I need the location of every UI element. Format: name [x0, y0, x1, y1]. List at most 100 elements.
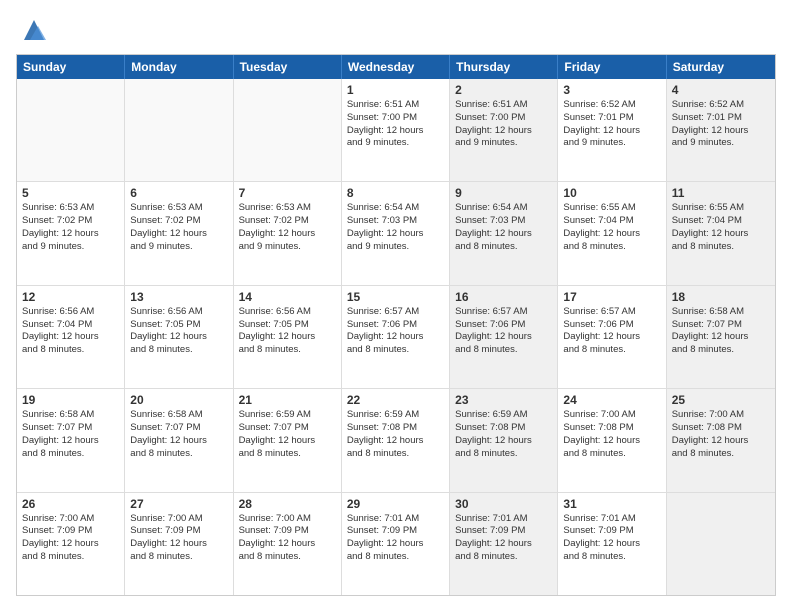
cell-line: and 8 minutes. — [347, 551, 444, 564]
cell-line: and 8 minutes. — [563, 551, 660, 564]
calendar-row-3: 19 Sunrise: 6:58 AM Sunset: 7:07 PM Dayligh… — [17, 389, 775, 492]
cell-line: Daylight: 12 hours — [672, 435, 770, 448]
day-cell-24: 24Sunrise: 7:00 AMSunset: 7:08 PMDayligh… — [558, 389, 666, 491]
cell-line: and 8 minutes. — [455, 551, 552, 564]
cell-line: Sunset: 7:01 PM — [563, 112, 660, 125]
calendar-row-4: 26Sunrise: 7:00 AMSunset: 7:09 PMDayligh… — [17, 493, 775, 595]
cell-line: and 9 minutes. — [22, 241, 119, 254]
day-cell-23: 23Sunrise: 6:59 AMSunset: 7:08 PMDayligh… — [450, 389, 558, 491]
cell-line: Daylight: 12 hours — [130, 538, 227, 551]
day-number: 3 — [563, 83, 660, 97]
cell-line: and 8 minutes. — [130, 551, 227, 564]
cell-line: Daylight: 12 hours — [22, 331, 119, 344]
cell-line: Daylight: 12 hours — [239, 538, 336, 551]
cell-line: Sunrise: 6:51 AM — [455, 99, 552, 112]
page: SundayMondayTuesdayWednesdayThursdayFrid… — [0, 0, 792, 612]
header-day-thursday: Thursday — [450, 55, 558, 79]
cell-line: and 8 minutes. — [455, 241, 552, 254]
header-day-friday: Friday — [558, 55, 666, 79]
cell-line: Sunset: 7:04 PM — [672, 215, 770, 228]
cell-line: Sunrise: 7:00 AM — [672, 409, 770, 422]
cell-line: Sunrise: 6:53 AM — [22, 202, 119, 215]
cell-line: Sunset: 7:02 PM — [130, 215, 227, 228]
cell-line: Daylight: 12 hours — [22, 538, 119, 551]
cell-line: and 9 minutes. — [347, 241, 444, 254]
cell-line: Daylight: 12 hours — [347, 331, 444, 344]
cell-line: Sunrise: 7:00 AM — [563, 409, 660, 422]
day-number: 25 — [672, 393, 770, 407]
cell-line: and 8 minutes. — [22, 344, 119, 357]
empty-cell-0-2 — [234, 79, 342, 181]
day-cell-10: 10Sunrise: 6:55 AMSunset: 7:04 PMDayligh… — [558, 182, 666, 284]
cell-line: Sunset: 7:09 PM — [130, 525, 227, 538]
cell-line: and 9 minutes. — [130, 241, 227, 254]
cell-line: and 9 minutes. — [455, 137, 552, 150]
day-cell-21: 21Sunrise: 6:59 AMSunset: 7:07 PMDayligh… — [234, 389, 342, 491]
cell-line: and 8 minutes. — [239, 448, 336, 461]
cell-line: Sunrise: 6:54 AM — [455, 202, 552, 215]
cell-line: Sunrise: 6:57 AM — [347, 306, 444, 319]
day-number: 7 — [239, 186, 336, 200]
day-cell-14: 14Sunrise: 6:56 AMSunset: 7:05 PMDayligh… — [234, 286, 342, 388]
day-cell-2: 2Sunrise: 6:51 AMSunset: 7:00 PMDaylight… — [450, 79, 558, 181]
day-number: 4 — [672, 83, 770, 97]
cell-line: Sunset: 7:03 PM — [347, 215, 444, 228]
day-number: 9 — [455, 186, 552, 200]
day-cell-31: 31Sunrise: 7:01 AMSunset: 7:09 PMDayligh… — [558, 493, 666, 595]
cell-line: and 8 minutes. — [672, 448, 770, 461]
cell-line: Sunrise: 7:00 AM — [22, 513, 119, 526]
day-cell-18: 18Sunrise: 6:58 AMSunset: 7:07 PMDayligh… — [667, 286, 775, 388]
cell-line: Sunset: 7:00 PM — [347, 112, 444, 125]
day-number: 20 — [130, 393, 227, 407]
day-cell-16: 16Sunrise: 6:57 AMSunset: 7:06 PMDayligh… — [450, 286, 558, 388]
day-cell-17: 17Sunrise: 6:57 AMSunset: 7:06 PMDayligh… — [558, 286, 666, 388]
cell-line: Sunrise: 7:01 AM — [455, 513, 552, 526]
cell-line: Sunrise: 6:53 AM — [130, 202, 227, 215]
cell-line: Sunset: 7:09 PM — [347, 525, 444, 538]
day-number: 27 — [130, 497, 227, 511]
cell-line: Daylight: 12 hours — [239, 331, 336, 344]
cell-line: and 9 minutes. — [563, 137, 660, 150]
cell-line: and 9 minutes. — [239, 241, 336, 254]
day-cell-7: 7Sunrise: 6:53 AMSunset: 7:02 PMDaylight… — [234, 182, 342, 284]
cell-line: Sunset: 7:04 PM — [22, 319, 119, 332]
empty-cell-0-1 — [125, 79, 233, 181]
cell-line: Daylight: 12 hours — [563, 435, 660, 448]
cell-line: Sunset: 7:08 PM — [563, 422, 660, 435]
day-number: 13 — [130, 290, 227, 304]
day-cell-22: 22Sunrise: 6:59 AMSunset: 7:08 PMDayligh… — [342, 389, 450, 491]
logo-icon — [20, 16, 48, 44]
cell-line: Sunset: 7:06 PM — [455, 319, 552, 332]
cell-line: Sunset: 7:02 PM — [22, 215, 119, 228]
day-cell-25: 25Sunrise: 7:00 AMSunset: 7:08 PMDayligh… — [667, 389, 775, 491]
day-cell-9: 9Sunrise: 6:54 AMSunset: 7:03 PMDaylight… — [450, 182, 558, 284]
cell-line: Sunset: 7:08 PM — [347, 422, 444, 435]
cell-line: Sunrise: 6:56 AM — [130, 306, 227, 319]
day-number: 5 — [22, 186, 119, 200]
cell-line: Sunrise: 6:54 AM — [347, 202, 444, 215]
cell-line: Sunset: 7:07 PM — [239, 422, 336, 435]
day-number: 19 — [22, 393, 119, 407]
day-number: 17 — [563, 290, 660, 304]
cell-line: Sunset: 7:09 PM — [22, 525, 119, 538]
cell-line: Sunrise: 6:52 AM — [672, 99, 770, 112]
empty-cell-4-6 — [667, 493, 775, 595]
day-number: 28 — [239, 497, 336, 511]
cell-line: Sunset: 7:09 PM — [563, 525, 660, 538]
cell-line: and 9 minutes. — [347, 137, 444, 150]
day-cell-30: 30Sunrise: 7:01 AMSunset: 7:09 PMDayligh… — [450, 493, 558, 595]
cell-line: and 8 minutes. — [455, 448, 552, 461]
cell-line: and 8 minutes. — [347, 344, 444, 357]
day-cell-3: 3Sunrise: 6:52 AMSunset: 7:01 PMDaylight… — [558, 79, 666, 181]
cell-line: Daylight: 12 hours — [22, 435, 119, 448]
calendar-row-1: 5Sunrise: 6:53 AMSunset: 7:02 PMDaylight… — [17, 182, 775, 285]
cell-line: Sunrise: 6:59 AM — [455, 409, 552, 422]
cell-line: Sunrise: 6:58 AM — [22, 409, 119, 422]
day-number: 26 — [22, 497, 119, 511]
cell-line: Sunrise: 6:56 AM — [22, 306, 119, 319]
cell-line: Sunset: 7:00 PM — [455, 112, 552, 125]
cell-line: Daylight: 12 hours — [563, 228, 660, 241]
cell-line: Daylight: 12 hours — [672, 228, 770, 241]
day-cell-4: 4Sunrise: 6:52 AMSunset: 7:01 PMDaylight… — [667, 79, 775, 181]
day-number: 31 — [563, 497, 660, 511]
